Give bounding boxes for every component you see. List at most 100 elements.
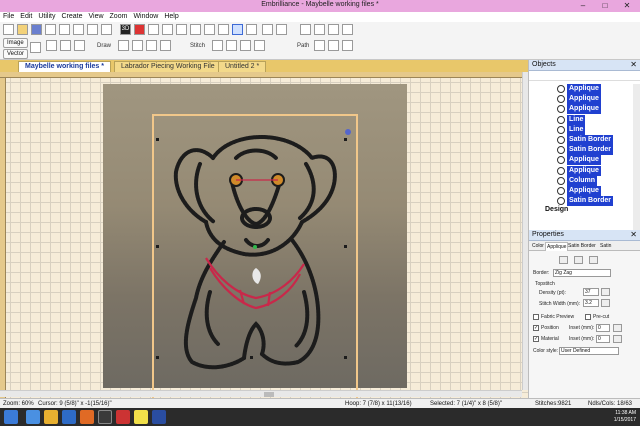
tool-icon[interactable] bbox=[60, 40, 71, 51]
canvas-horizontal-scrollbar[interactable] bbox=[0, 390, 522, 397]
vector-button[interactable]: Vector bbox=[3, 49, 29, 59]
tool-icon[interactable] bbox=[160, 40, 171, 51]
tool-icon[interactable] bbox=[342, 40, 353, 51]
position-inset-stepper[interactable] bbox=[613, 324, 622, 332]
close-icon[interactable]: ✕ bbox=[630, 60, 637, 69]
tool-icon[interactable] bbox=[240, 40, 251, 51]
tool-icon[interactable] bbox=[218, 24, 229, 35]
app-icon[interactable] bbox=[62, 410, 76, 424]
menu-window[interactable]: Window bbox=[130, 12, 161, 22]
tool-icon[interactable] bbox=[118, 40, 129, 51]
tool-icon[interactable] bbox=[212, 40, 223, 51]
path-icon[interactable] bbox=[314, 24, 325, 35]
redo-icon[interactable] bbox=[101, 24, 112, 35]
tab-maybelle[interactable]: Maybelle working files * bbox=[18, 61, 111, 72]
list-item[interactable]: Satin Border bbox=[529, 134, 633, 145]
tab-untitled-2[interactable]: Untitled 2 * bbox=[218, 61, 267, 72]
tool-icon[interactable] bbox=[314, 40, 325, 51]
tool-icon[interactable] bbox=[328, 40, 339, 51]
path-icon[interactable] bbox=[342, 24, 353, 35]
design-canvas[interactable] bbox=[0, 72, 528, 398]
tool-icon[interactable] bbox=[190, 24, 201, 35]
tool-icon[interactable] bbox=[276, 24, 287, 35]
paste-icon[interactable] bbox=[73, 24, 84, 35]
list-item[interactable]: Satin Border bbox=[529, 196, 633, 207]
fabric-preview-checkbox[interactable] bbox=[533, 314, 539, 320]
list-item[interactable]: Line bbox=[529, 124, 633, 135]
tool-icon[interactable] bbox=[74, 40, 85, 51]
undo-icon[interactable] bbox=[87, 24, 98, 35]
list-item[interactable]: Applique bbox=[529, 185, 633, 196]
tool-icon[interactable] bbox=[589, 256, 598, 264]
tool-icon[interactable] bbox=[559, 256, 568, 264]
hoop-icon[interactable] bbox=[148, 24, 159, 35]
list-item[interactable]: Applique bbox=[529, 84, 633, 94]
letter-icon[interactable] bbox=[176, 24, 187, 35]
app-icon[interactable] bbox=[116, 410, 130, 424]
copy-icon[interactable] bbox=[59, 24, 70, 35]
path-icon[interactable] bbox=[328, 24, 339, 35]
material-inset-stepper[interactable] bbox=[613, 335, 622, 343]
maximize-button[interactable]: □ bbox=[594, 0, 616, 12]
browser-icon[interactable] bbox=[26, 410, 40, 424]
close-button[interactable]: ✕ bbox=[616, 0, 638, 12]
material-checkbox[interactable]: ✓ bbox=[533, 336, 539, 342]
minimize-button[interactable]: – bbox=[572, 0, 594, 12]
list-item[interactable]: Applique bbox=[529, 94, 633, 105]
menu-help[interactable]: Help bbox=[161, 12, 181, 22]
objects-scrollbar[interactable] bbox=[633, 84, 640, 230]
tool-icon[interactable] bbox=[254, 40, 265, 51]
density-stepper[interactable] bbox=[601, 288, 610, 296]
tool-icon[interactable] bbox=[146, 40, 157, 51]
cut-icon[interactable] bbox=[45, 24, 56, 35]
menu-zoom[interactable]: Zoom bbox=[107, 12, 131, 22]
material-inset-field[interactable]: 0 bbox=[596, 335, 610, 343]
color-style-select[interactable]: User Defined bbox=[559, 347, 619, 355]
precut-checkbox[interactable] bbox=[585, 314, 591, 320]
open-folder-icon[interactable] bbox=[17, 24, 28, 35]
list-item[interactable]: Column bbox=[529, 175, 633, 186]
dog-embroidery-design[interactable] bbox=[0, 72, 528, 398]
scroll-thumb[interactable] bbox=[264, 392, 274, 397]
position-checkbox[interactable]: ✓ bbox=[533, 325, 539, 331]
menu-utility[interactable]: Utility bbox=[35, 12, 58, 22]
border-select[interactable]: Zig Zag bbox=[553, 269, 611, 277]
tool-icon[interactable] bbox=[246, 24, 257, 35]
tool-icon[interactable] bbox=[262, 24, 273, 35]
menu-edit[interactable]: Edit bbox=[17, 12, 35, 22]
tab-satin[interactable]: Satin bbox=[599, 242, 612, 250]
tab-satin-border[interactable]: Satin Border bbox=[567, 242, 597, 250]
tool-icon[interactable] bbox=[46, 40, 57, 51]
save-icon[interactable] bbox=[31, 24, 42, 35]
list-item[interactable]: Applique bbox=[529, 165, 633, 176]
windows-start-icon[interactable] bbox=[4, 410, 18, 424]
menu-view[interactable]: View bbox=[85, 12, 106, 22]
select-tool-icon[interactable] bbox=[232, 24, 243, 35]
path-icon[interactable] bbox=[300, 24, 311, 35]
list-item[interactable]: Satin Border bbox=[529, 145, 633, 156]
menu-file[interactable]: File bbox=[0, 12, 17, 22]
embrilliance-icon[interactable] bbox=[134, 410, 148, 424]
color-icon[interactable] bbox=[134, 24, 145, 35]
menu-create[interactable]: Create bbox=[58, 12, 85, 22]
tool-icon[interactable] bbox=[204, 24, 215, 35]
new-file-icon[interactable] bbox=[3, 24, 14, 35]
stitch-width-field[interactable]: 3.2 bbox=[583, 299, 599, 307]
tab-labrador[interactable]: Labrador Piecing Working File bbox=[114, 61, 222, 72]
list-item[interactable]: Line bbox=[529, 114, 633, 125]
grid-icon[interactable] bbox=[162, 24, 173, 35]
image-button[interactable]: Image bbox=[3, 38, 28, 48]
tool-icon[interactable] bbox=[132, 40, 143, 51]
density-field[interactable]: 37 bbox=[583, 288, 599, 296]
stitch-width-stepper[interactable] bbox=[601, 299, 610, 307]
view-3d-button[interactable]: 3D bbox=[120, 24, 131, 35]
tab-color[interactable]: Color bbox=[531, 242, 545, 250]
tool-icon[interactable] bbox=[226, 40, 237, 51]
tool-icon[interactable] bbox=[574, 256, 583, 264]
list-item[interactable]: Applique bbox=[529, 104, 633, 115]
folder-icon[interactable] bbox=[44, 410, 58, 424]
app-icon[interactable] bbox=[98, 410, 112, 424]
tool-icon[interactable] bbox=[30, 42, 41, 53]
list-item[interactable]: Applique bbox=[529, 155, 633, 166]
design-node[interactable]: Design bbox=[529, 206, 633, 216]
